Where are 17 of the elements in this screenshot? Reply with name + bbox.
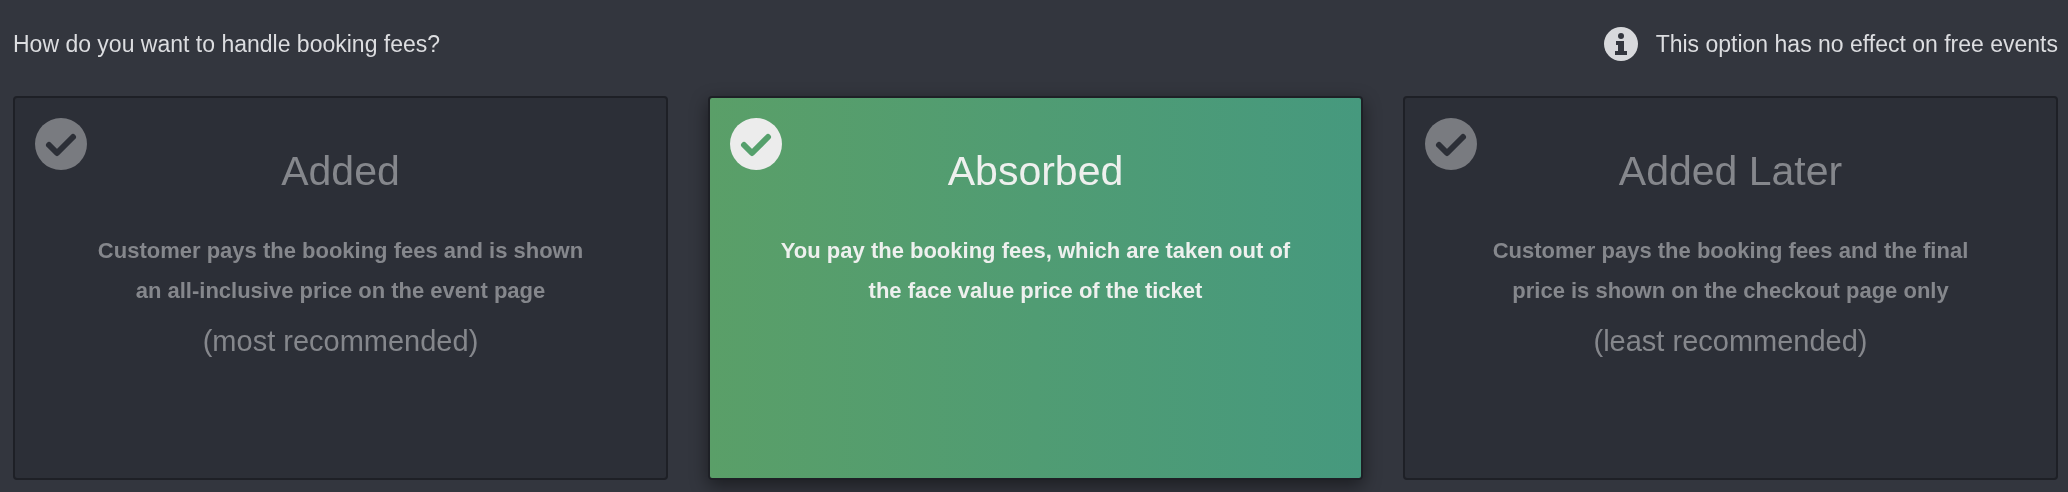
option-description: You pay the booking fees, which are taken out of the face value price of the ticket bbox=[780, 237, 1291, 305]
option-title: Absorbed bbox=[947, 148, 1124, 195]
option-description: Customer pays the booking fees and is shown an all-inclusive price on the event page bbox=[96, 237, 585, 305]
info-icon bbox=[1603, 27, 1638, 61]
option-card[interactable]: Added Later Customer pays the booking fees and the final price is shown on the checkout page only (least recommended) bbox=[1403, 96, 2058, 480]
recommendation-text: (least recommended) bbox=[1593, 325, 1868, 358]
option-title: Added Later bbox=[1618, 148, 1843, 195]
check-icon bbox=[35, 118, 87, 170]
option-description: Customer pays the booking fees and the final price is shown on the checkout page only bbox=[1491, 237, 1970, 305]
check-icon bbox=[730, 118, 782, 170]
question-text: How do you want to handle booking fees? bbox=[13, 30, 441, 58]
note-text: This option has no effect on free events bbox=[1655, 30, 2058, 58]
option-card[interactable]: Absorbed You pay the booking fees, which are taken out of the face value price of the ticket bbox=[708, 96, 1363, 480]
option-card[interactable]: Added Customer pays the booking fees and is shown an all-inclusive price on the event page (most recommended) bbox=[13, 96, 668, 480]
check-icon bbox=[1425, 118, 1477, 170]
option-title: Added bbox=[281, 148, 400, 195]
recommendation-text: (most recommended) bbox=[202, 325, 479, 358]
